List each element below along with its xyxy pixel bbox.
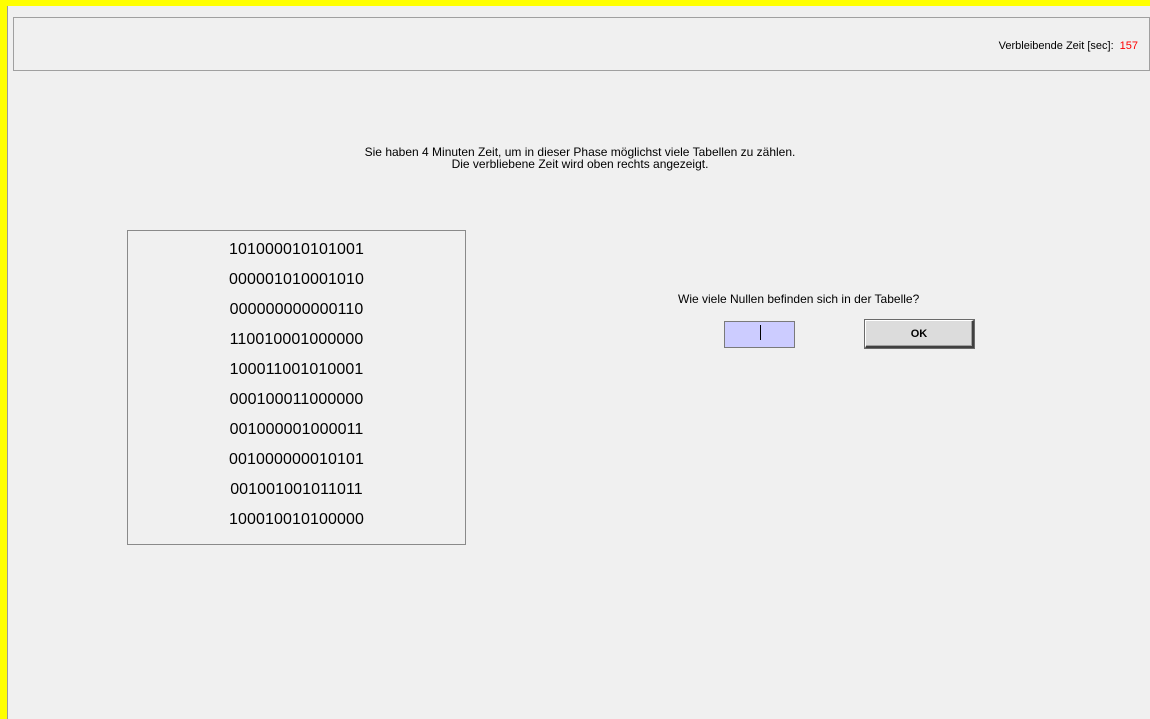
table-row-5: 100011001010001 bbox=[229, 361, 364, 378]
window-frame-edge bbox=[7, 6, 8, 719]
ok-button[interactable]: OK bbox=[865, 320, 974, 348]
header-bar bbox=[13, 17, 1150, 71]
window-frame-left bbox=[0, 0, 7, 719]
table-row-3: 000000000000110 bbox=[229, 301, 364, 318]
instructions-line-2: Die verbliebene Zeit wird oben rechts an… bbox=[451, 157, 709, 171]
table-row-1: 101000010101001 bbox=[229, 241, 364, 258]
binary-table: 101000010101001 000001010001010 00000000… bbox=[127, 230, 466, 545]
question-label: Wie viele Nullen befinden sich in der Ta… bbox=[678, 292, 920, 306]
text-cursor bbox=[760, 325, 761, 340]
table-row-7: 001000001000011 bbox=[229, 421, 364, 438]
window-frame-top bbox=[0, 0, 1150, 6]
timer-label: Verbleibende Zeit [sec]: bbox=[998, 40, 1114, 52]
instructions-text: Sie haben 4 Minuten Zeit, um in dieser P… bbox=[0, 146, 1150, 170]
timer-display: Verbleibende Zeit [sec]: 157 bbox=[999, 40, 1138, 52]
table-row-8: 001000000010101 bbox=[229, 451, 364, 468]
table-row-9: 001001001011011 bbox=[230, 481, 363, 498]
table-row-10: 100010010100000 bbox=[229, 511, 364, 528]
table-row-4: 110010001000000 bbox=[229, 331, 364, 348]
table-row-6: 000100011000000 bbox=[229, 391, 364, 408]
table-row-2: 000001010001010 bbox=[229, 271, 364, 288]
timer-value: 157 bbox=[1119, 40, 1138, 52]
